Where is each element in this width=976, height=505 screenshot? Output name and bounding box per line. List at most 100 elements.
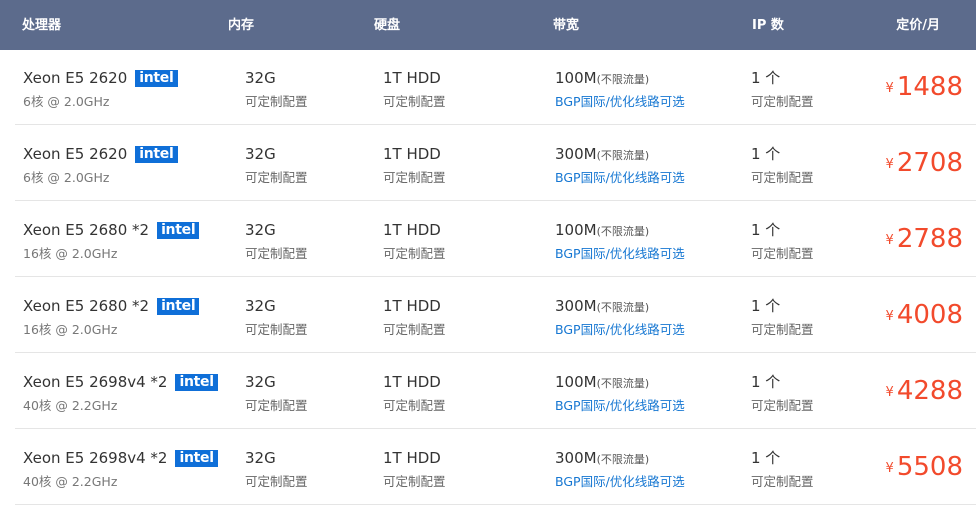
- currency-symbol: ¥: [885, 233, 894, 248]
- cpu-spec: 6核 @ 2.0GHz: [23, 94, 110, 109]
- bandwidth-note: BGP国际/优化线路可选: [555, 474, 685, 489]
- cpu-cell: Xeon E5 2680 *2 intel: [23, 296, 200, 316]
- cpu-model: Xeon E5 2698v4 *2: [23, 449, 168, 467]
- memory-value: 32G: [245, 221, 276, 239]
- ip-note: 可定制配置: [751, 170, 814, 185]
- disk-value: 1T HDD: [383, 145, 441, 163]
- price-value: 2708: [896, 148, 963, 178]
- memory-note: 可定制配置: [245, 474, 308, 489]
- cpu-cell: Xeon E5 2698v4 *2 intel: [23, 372, 218, 392]
- cpu-spec: 16核 @ 2.0GHz: [23, 246, 118, 261]
- ip-value: 1 个: [751, 221, 781, 239]
- bandwidth-note: BGP国际/优化线路可选: [555, 94, 685, 109]
- intel-logo: intel: [157, 222, 200, 239]
- table-row[interactable]: Xeon E5 2680 *2 intel 16核 @ 2.0GHz 32G 可定…: [15, 202, 976, 277]
- bandwidth-note: BGP国际/优化线路可选: [555, 398, 685, 413]
- memory-note: 可定制配置: [245, 246, 308, 261]
- ip-value: 1 个: [751, 69, 781, 87]
- intel-logo: intel: [135, 70, 178, 87]
- bandwidth-note: BGP国际/优化线路可选: [555, 170, 685, 185]
- pricing-table: 处理器 内存 硬盘 带宽 IP 数 定价/月 Xeon E5 2620 intel…: [0, 0, 976, 505]
- currency-symbol: ¥: [885, 385, 894, 400]
- bandwidth-value: 100M: [555, 69, 597, 87]
- disk-note: 可定制配置: [383, 94, 446, 109]
- ip-note: 可定制配置: [751, 474, 814, 489]
- price-cell: ¥2788: [886, 224, 963, 256]
- table-row[interactable]: Xeon E5 2698v4 *2 intel 40核 @ 2.2GHz 32G …: [15, 354, 976, 429]
- disk-value: 1T HDD: [383, 297, 441, 315]
- bandwidth-tag: (不限流量): [596, 149, 650, 162]
- bandwidth-cell: 100M(不限流量): [555, 372, 649, 394]
- cpu-spec: 6核 @ 2.0GHz: [23, 170, 110, 185]
- currency-symbol: ¥: [885, 309, 894, 324]
- intel-logo: intel: [175, 374, 218, 391]
- bandwidth-tag: (不限流量): [596, 301, 650, 314]
- disk-value: 1T HDD: [383, 373, 441, 391]
- cpu-cell: Xeon E5 2698v4 *2 intel: [23, 448, 218, 468]
- cpu-spec: 16核 @ 2.0GHz: [23, 322, 118, 337]
- bandwidth-cell: 300M(不限流量): [555, 296, 649, 318]
- bandwidth-note: BGP国际/优化线路可选: [555, 322, 685, 337]
- bandwidth-tag: (不限流量): [596, 453, 650, 466]
- memory-note: 可定制配置: [245, 322, 308, 337]
- cpu-model: Xeon E5 2698v4 *2: [23, 373, 168, 391]
- bandwidth-value: 300M: [555, 449, 597, 467]
- header-memory: 内存: [228, 18, 255, 33]
- price-value: 1488: [896, 72, 963, 102]
- disk-value: 1T HDD: [383, 69, 441, 87]
- price-cell: ¥5508: [886, 452, 963, 484]
- price-value: 4008: [896, 300, 963, 330]
- intel-logo: intel: [157, 298, 200, 315]
- intel-logo: intel: [135, 146, 178, 163]
- ip-value: 1 个: [751, 297, 781, 315]
- bandwidth-value: 300M: [555, 145, 597, 163]
- table-row[interactable]: Xeon E5 2620 intel 6核 @ 2.0GHz 32G 可定制配置 …: [15, 126, 976, 201]
- cpu-cell: Xeon E5 2620 intel: [23, 144, 178, 164]
- currency-symbol: ¥: [885, 81, 894, 96]
- header-ip: IP 数: [752, 18, 784, 33]
- ip-note: 可定制配置: [751, 94, 814, 109]
- cpu-cell: Xeon E5 2680 *2 intel: [23, 220, 200, 240]
- disk-note: 可定制配置: [383, 322, 446, 337]
- memory-value: 32G: [245, 145, 276, 163]
- bandwidth-value: 100M: [555, 221, 597, 239]
- price-cell: ¥4288: [886, 376, 963, 408]
- bandwidth-tag: (不限流量): [596, 73, 650, 86]
- ip-value: 1 个: [751, 373, 781, 391]
- cpu-model: Xeon E5 2680 *2: [23, 297, 150, 315]
- header-bandwidth: 带宽: [553, 18, 580, 33]
- ip-value: 1 个: [751, 449, 781, 467]
- price-value: 2788: [896, 224, 963, 254]
- disk-note: 可定制配置: [383, 170, 446, 185]
- header-cpu: 处理器: [22, 18, 62, 33]
- bandwidth-cell: 300M(不限流量): [555, 144, 649, 166]
- disk-note: 可定制配置: [383, 474, 446, 489]
- cpu-spec: 40核 @ 2.2GHz: [23, 398, 118, 413]
- intel-logo: intel: [175, 450, 218, 467]
- disk-value: 1T HDD: [383, 449, 441, 467]
- ip-note: 可定制配置: [751, 246, 814, 261]
- table-row[interactable]: Xeon E5 2620 intel 6核 @ 2.0GHz 32G 可定制配置 …: [15, 50, 976, 125]
- price-cell: ¥1488: [886, 72, 963, 104]
- table-row[interactable]: Xeon E5 2680 *2 intel 16核 @ 2.0GHz 32G 可定…: [15, 278, 976, 353]
- cpu-cell: Xeon E5 2620 intel: [23, 68, 178, 88]
- price-value: 4288: [896, 376, 963, 406]
- bandwidth-note: BGP国际/优化线路可选: [555, 246, 685, 261]
- disk-value: 1T HDD: [383, 221, 441, 239]
- table-header: 处理器 内存 硬盘 带宽 IP 数 定价/月: [0, 0, 976, 50]
- cpu-model: Xeon E5 2620: [23, 145, 128, 163]
- price-value: 5508: [896, 452, 963, 482]
- table-row[interactable]: Xeon E5 2698v4 *2 intel 40核 @ 2.2GHz 32G …: [15, 430, 976, 505]
- memory-value: 32G: [245, 297, 276, 315]
- memory-value: 32G: [245, 449, 276, 467]
- cpu-spec: 40核 @ 2.2GHz: [23, 474, 118, 489]
- currency-symbol: ¥: [885, 461, 894, 476]
- bandwidth-cell: 100M(不限流量): [555, 220, 649, 242]
- bandwidth-value: 300M: [555, 297, 597, 315]
- memory-value: 32G: [245, 69, 276, 87]
- memory-note: 可定制配置: [245, 170, 308, 185]
- disk-note: 可定制配置: [383, 246, 446, 261]
- cpu-model: Xeon E5 2620: [23, 69, 128, 87]
- price-cell: ¥4008: [886, 300, 963, 332]
- ip-note: 可定制配置: [751, 398, 814, 413]
